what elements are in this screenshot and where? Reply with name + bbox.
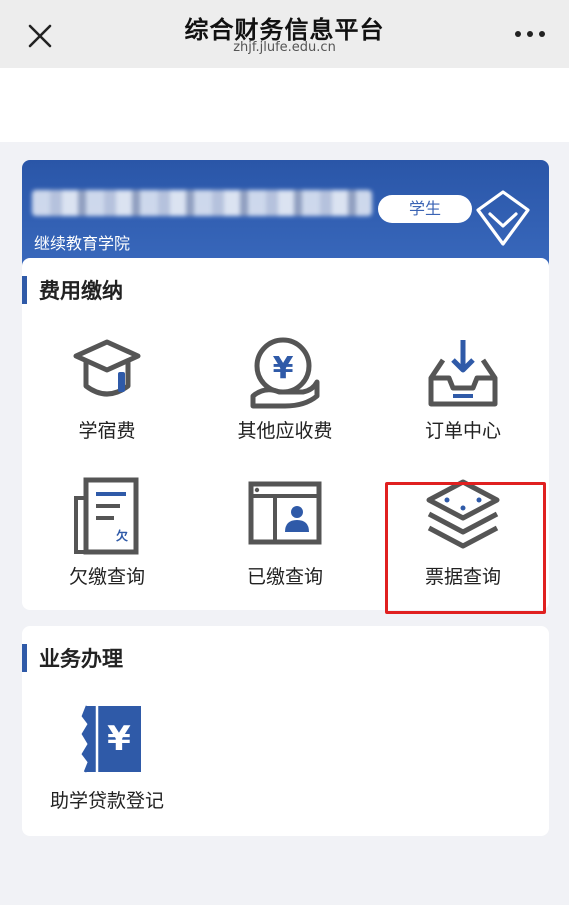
yen-ticket-icon: ¥	[75, 705, 141, 773]
chevron-down-badge-icon[interactable]	[472, 188, 534, 250]
section-accent-bar	[22, 276, 27, 304]
inbox-download-icon	[428, 340, 498, 407]
svg-text:欠: 欠	[116, 528, 128, 543]
layers-icon	[426, 479, 500, 549]
fee-payment-card: 费用缴纳 学宿费 ¥ 其他应收费 订单中心 欠 欠缴查询 已缴查询 票据查询	[22, 258, 549, 610]
page-url: zhjf.jlufe.edu.cn	[233, 40, 336, 55]
menu-item-label: 欠缴查询	[68, 566, 145, 588]
menu-item-label: 票据查询	[424, 566, 501, 588]
section-accent-bar	[22, 644, 27, 672]
svg-text:¥: ¥	[273, 351, 294, 386]
graduation-cap-icon	[73, 339, 141, 397]
menu-item-arrears-query[interactable]: 欠 欠缴查询	[22, 476, 192, 589]
section-title: 业务办理	[39, 647, 123, 671]
menu-item-label: 学宿费	[78, 420, 136, 442]
menu-item-receipt-query[interactable]: 票据查询	[378, 476, 548, 589]
menu-item-label: 已缴查询	[246, 566, 323, 588]
menu-item-label: 订单中心	[424, 420, 501, 442]
business-card: 业务办理 ¥ 助学贷款登记	[22, 626, 549, 836]
menu-item-other-fees[interactable]: ¥ 其他应收费	[200, 334, 370, 443]
arrears-document-icon: 欠	[74, 477, 139, 555]
yen-hand-icon: ¥	[250, 337, 320, 409]
section-header: 费用缴纳	[22, 276, 123, 304]
section-header: 业务办理	[22, 644, 123, 672]
role-badge: 学生	[378, 195, 472, 223]
section-title: 费用缴纳	[39, 279, 123, 303]
menu-item-label: 助学贷款登记	[49, 790, 164, 812]
blank-banner	[0, 68, 569, 142]
more-icon[interactable]	[513, 26, 547, 42]
menu-item-student-loan[interactable]: ¥ 助学贷款登记	[22, 700, 192, 813]
department-label: 继续教育学院	[34, 234, 131, 253]
menu-item-paid-query[interactable]: 已缴查询	[200, 476, 370, 589]
menu-item-label: 其他应收费	[237, 420, 333, 442]
menu-item-order-center[interactable]: 订单中心	[378, 334, 548, 443]
title-bar: 综合财务信息平台 zhjf.jlufe.edu.cn	[0, 0, 569, 68]
menu-item-tuition[interactable]: 学宿费	[22, 334, 192, 443]
paid-window-icon	[248, 481, 322, 545]
svg-text:¥: ¥	[107, 719, 131, 759]
redacted-user-info	[32, 190, 372, 216]
